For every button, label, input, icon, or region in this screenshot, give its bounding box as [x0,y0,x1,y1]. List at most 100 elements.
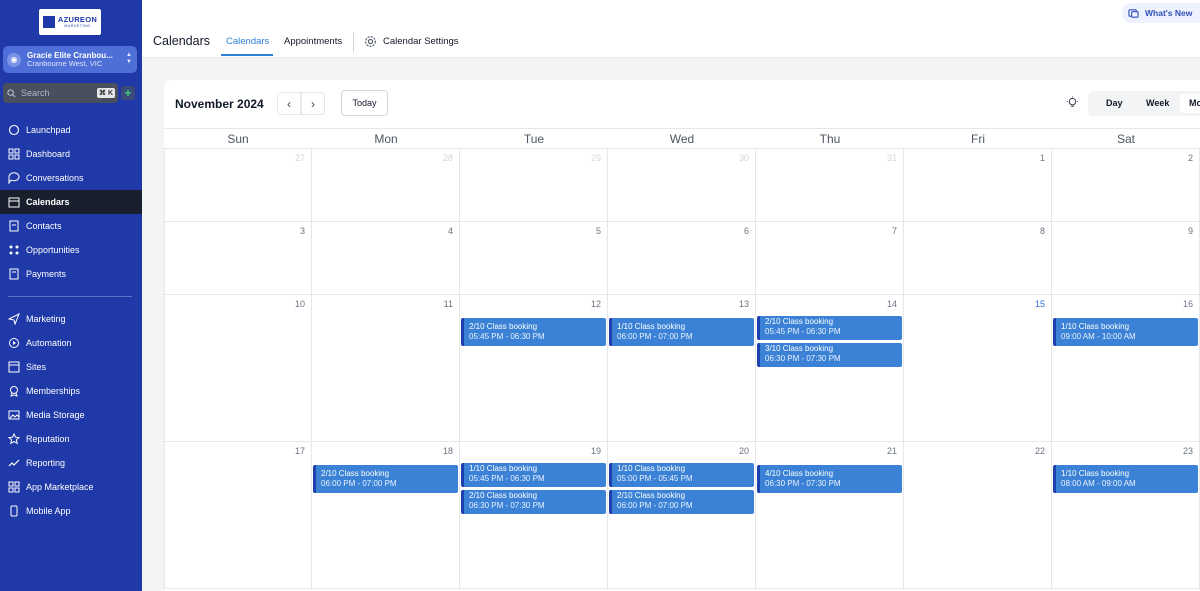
active-tab-indicator [221,54,273,56]
sidebar-item-app-marketplace[interactable]: App Marketplace [0,475,142,499]
day-cell[interactable]: 10 [164,295,312,442]
sidebar-item-reputation[interactable]: Reputation [0,427,142,451]
day-cell[interactable]: 17 [164,442,312,589]
calendar-event[interactable]: 2/10 Class booking 05:45 PM - 06:30 PM [461,318,606,346]
sidebar-item-contacts[interactable]: Contacts [0,214,142,238]
calendar-event[interactable]: 1/10 Class booking 08:00 AM - 09:00 AM [1053,465,1198,493]
logo-name: AZUREON [57,15,98,24]
calendar-event[interactable]: 3/10 Class booking 06:30 PM - 07:30 PM [757,343,902,367]
whats-new-label: What's New [1145,8,1193,18]
event-title: 1/10 Class booking [1061,469,1130,478]
view-day-button[interactable]: Day [1106,98,1123,108]
sidebar-item-opportunities[interactable]: Opportunities [0,238,142,262]
tab-calendars[interactable]: Calendars [226,36,269,47]
event-title: 2/10 Class booking [617,491,686,500]
day-number: 17 [294,446,305,456]
sidebar-item-sites[interactable]: Sites [0,355,142,379]
day-cell[interactable]: 29 [460,149,608,222]
day-cell[interactable]: 27 [164,149,312,222]
sidebar-item-conversations[interactable]: Conversations [0,166,142,190]
tab-appointments[interactable]: Appointments [284,36,342,47]
sidebar-item-launchpad[interactable]: Launchpad [0,118,142,142]
weekday-label: Wed [669,132,695,146]
event-time: 05:45 PM - 06:30 PM [469,473,545,483]
search-input[interactable]: Search ⌘ K [3,83,118,103]
day-cell[interactable]: 31 [756,149,904,222]
calendar-event[interactable]: 2/10 Class booking 06:00 PM - 07:00 PM [609,490,754,514]
sidebar-item-memberships[interactable]: Memberships [0,379,142,403]
day-number: 14 [886,299,897,309]
day-number: 10 [294,299,305,309]
account-switcher[interactable]: ◉ Gracie Elite Cranbou... Cranbourne Wes… [3,46,137,73]
day-cell[interactable]: 9 [1052,222,1200,295]
calendar-event[interactable]: 2/10 Class booking 05:45 PM - 06:30 PM [757,316,902,340]
media-storage-icon [8,409,20,421]
day-cell[interactable]: 15 [904,295,1052,442]
day-cell[interactable]: 30 [608,149,756,222]
sidebar-item-mobile-app[interactable]: Mobile App [0,499,142,523]
day-cell[interactable]: 6 [608,222,756,295]
event-time: 06:30 PM - 07:30 PM [765,478,841,488]
calendar-event[interactable]: 1/10 Class booking 09:00 AM - 10:00 AM [1053,318,1198,346]
search-shortcut: ⌘ K [97,88,115,98]
day-number: 4 [447,226,453,236]
day-cell[interactable]: 1 [904,149,1052,222]
sidebar-item-automation[interactable]: Automation [0,331,142,355]
view-month-button[interactable]: Mo [1189,98,1200,108]
whats-new-button[interactable]: What's New [1122,3,1200,23]
day-cell[interactable]: 8 [904,222,1052,295]
day-cell[interactable]: 7 [756,222,904,295]
weekday-header: Sun Mon Tue Wed Thu Fri Sat [164,128,1200,149]
chevron-left-icon: ‹ [287,96,291,111]
memberships-icon [8,385,20,397]
view-week-button[interactable]: Week [1146,98,1169,108]
calendar-event[interactable]: 4/10 Class booking 06:30 PM - 07:30 PM [757,465,902,493]
calendar-event[interactable]: 1/10 Class booking 06:00 PM - 07:00 PM [609,318,754,346]
sidebar-item-media-storage[interactable]: Media Storage [0,403,142,427]
nav-divider [8,296,132,297]
marketing-icon [8,313,20,325]
day-number: 31 [886,153,897,163]
dashboard-icon [8,148,20,160]
day-cell[interactable]: 2 [1052,149,1200,222]
quick-add-button[interactable]: + [121,86,135,100]
lightbulb-icon[interactable] [1066,96,1079,110]
launchpad-icon [8,124,20,136]
day-cell[interactable]: 22 [904,442,1052,589]
day-cell[interactable]: 3 [164,222,312,295]
event-title: 2/10 Class booking [469,322,538,331]
calendars-icon [8,196,20,208]
sidebar-item-calendars[interactable]: Calendars [0,190,142,214]
previous-month-button[interactable]: ‹ [277,92,301,115]
day-cell[interactable]: 28 [312,149,460,222]
calendar-event[interactable]: 2/10 Class booking 06:30 PM - 07:30 PM [461,490,606,514]
day-number: 23 [1182,446,1193,456]
sidebar-item-label: Conversations [26,173,84,183]
calendar-event[interactable]: 1/10 Class booking 05:00 PM - 05:45 PM [609,463,754,487]
day-number: 5 [595,226,601,236]
month-title: November 2024 [175,97,264,111]
day-cell[interactable]: 4 [312,222,460,295]
tab-calendar-settings[interactable]: Calendar Settings [383,36,459,47]
sidebar-item-payments[interactable]: Payments [0,262,142,286]
sidebar-item-label: Dashboard [26,149,71,159]
day-number: 19 [590,446,601,456]
day-cell[interactable]: 5 [460,222,608,295]
company-logo[interactable]: AZUREON MARKETING [39,9,101,35]
calendar-event[interactable]: 2/10 Class booking 06:00 PM - 07:00 PM [313,465,458,493]
event-time: 06:00 PM - 07:00 PM [617,331,693,341]
day-number: 13 [738,299,749,309]
opportunities-icon [8,244,20,256]
sidebar-item-label: Opportunities [26,245,80,255]
day-number: 7 [891,226,897,236]
sidebar-item-marketing[interactable]: Marketing [0,307,142,331]
day-number: 22 [1034,446,1045,456]
event-time: 05:45 PM - 06:30 PM [469,331,545,341]
today-button[interactable]: Today [341,90,388,116]
day-cell[interactable]: 11 [312,295,460,442]
weekday-label: Tue [523,132,545,146]
calendar-event[interactable]: 1/10 Class booking 05:45 PM - 06:30 PM [461,463,606,487]
sidebar-item-dashboard[interactable]: Dashboard [0,142,142,166]
next-month-button[interactable]: › [301,92,325,115]
sidebar-item-reporting[interactable]: Reporting [0,451,142,475]
